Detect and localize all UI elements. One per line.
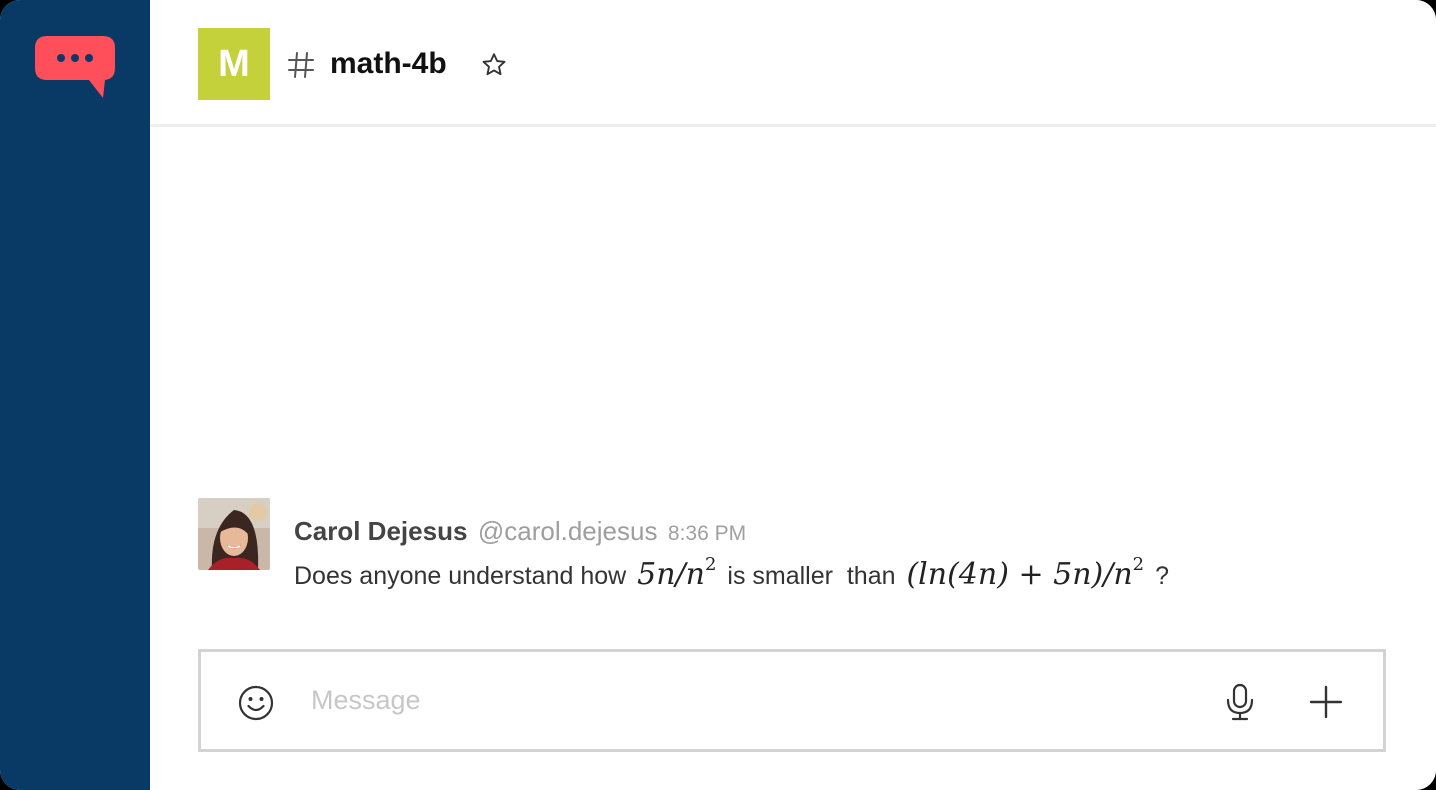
math-expression-1: 5n/n2	[633, 554, 720, 593]
math-expression-1-base: 5n/n	[637, 557, 705, 592]
message-meta: Carol Dejesus @carol.dejesus 8:36 PM	[294, 515, 746, 552]
message-item: Carol Dejesus @carol.dejesus 8:36 PM Doe…	[198, 498, 1396, 598]
message-text: Does anyone understand how 5n/n2 is smal…	[294, 555, 1169, 596]
message-input[interactable]	[311, 676, 1171, 724]
hash-icon	[288, 52, 314, 78]
math-expression-2: (ln(4n) + 5n)/n2	[902, 554, 1148, 593]
message-timestamp: 8:36 PM	[667, 522, 747, 545]
channel-name[interactable]: math-4b	[330, 44, 447, 84]
emoji-smile-icon[interactable]	[238, 685, 274, 721]
message-text-middle: is smaller than	[727, 562, 896, 590]
channel-avatar: M	[198, 28, 270, 100]
message-text-after: ?	[1155, 562, 1169, 590]
sidebar-rail	[0, 0, 150, 790]
star-outline-icon[interactable]	[480, 51, 508, 79]
channel-avatar-letter: M	[218, 42, 250, 85]
message-composer	[198, 649, 1386, 752]
message-text-before: Does anyone understand how	[294, 562, 627, 590]
plus-icon[interactable]	[1309, 685, 1343, 719]
microphone-icon[interactable]	[1224, 683, 1256, 721]
message-author[interactable]: Carol Dejesus	[294, 516, 467, 546]
math-expression-2-exponent: 2	[1132, 554, 1145, 575]
user-photo	[198, 498, 270, 570]
avatar[interactable]	[198, 498, 270, 570]
main-panel: M math-4b Carol Dejesus @carol.dejesus 8…	[150, 0, 1436, 790]
chat-bubble-logo-icon[interactable]	[33, 34, 117, 100]
math-expression-2-base: (ln(4n) + 5n)/n	[906, 557, 1133, 592]
math-expression-1-exponent: 2	[704, 554, 717, 575]
channel-header: M math-4b	[150, 0, 1436, 127]
message-handle[interactable]: @carol.dejesus	[478, 516, 658, 546]
app-window: M math-4b Carol Dejesus @carol.dejesus 8…	[0, 0, 1436, 790]
